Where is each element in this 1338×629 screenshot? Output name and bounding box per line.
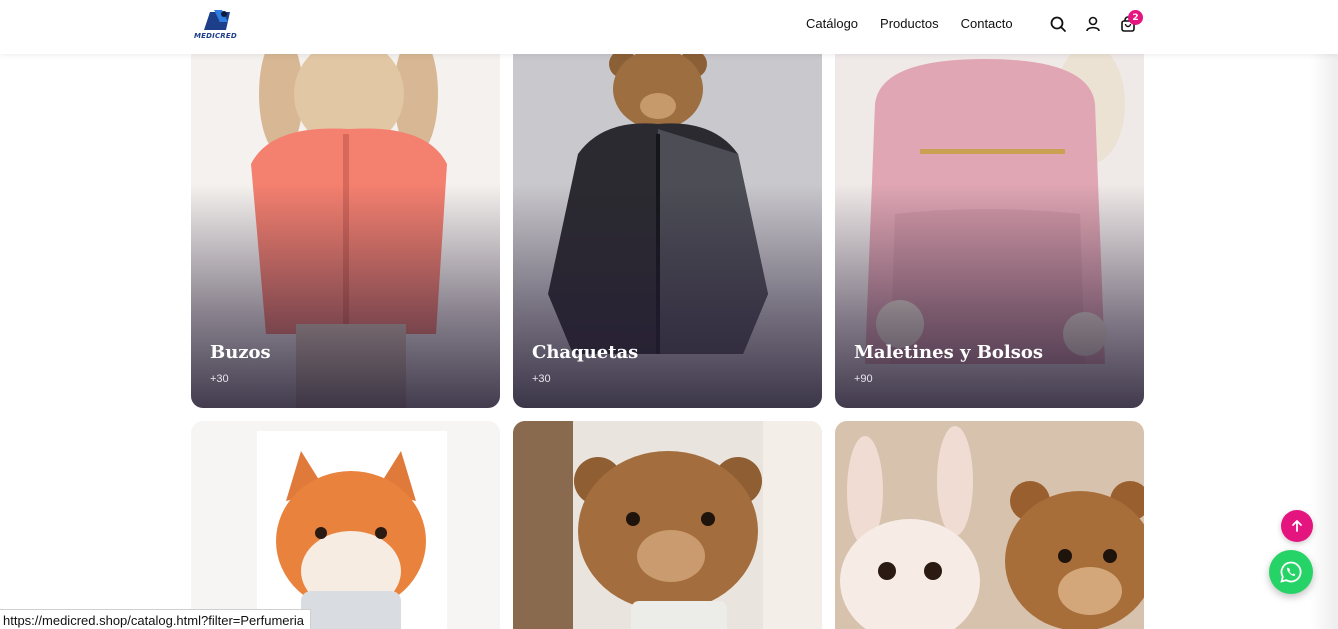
status-bar-url: https://medicred.shop/catalog.html?filte… xyxy=(0,609,311,629)
main-nav: Catálogo Productos Contacto xyxy=(806,16,1035,32)
category-count: +30 xyxy=(532,373,551,385)
nav-productos[interactable]: Productos xyxy=(880,16,939,32)
whatsapp-icon xyxy=(1280,561,1302,583)
scroll-to-top-button[interactable] xyxy=(1281,510,1313,542)
category-card-fox[interactable] xyxy=(191,421,500,629)
medicred-logo[interactable]: MEDICRED xyxy=(194,6,242,42)
category-card-chaquetas[interactable]: Chaquetas +30 xyxy=(513,34,822,408)
nav-contacto[interactable]: Contacto xyxy=(961,16,1013,32)
nav-catalogo[interactable]: Catálogo xyxy=(806,16,858,32)
category-card-maletines[interactable]: Maletines y Bolsos +90 xyxy=(835,34,1144,408)
bunny-bear-plush-image xyxy=(835,421,1144,629)
logo-text: MEDICRED xyxy=(194,32,237,40)
category-title: Buzos xyxy=(210,342,271,363)
cart-count-badge: 2 xyxy=(1128,10,1143,25)
teddy-bear-image xyxy=(513,421,822,629)
category-title: Maletines y Bolsos xyxy=(854,342,1044,363)
user-icon[interactable] xyxy=(1084,15,1102,33)
site-header: MEDICRED Catálogo Productos Contacto 2 xyxy=(0,0,1338,54)
category-card-bunny-bear[interactable] xyxy=(835,421,1144,629)
category-count: +30 xyxy=(210,373,229,385)
scroll-edge xyxy=(1310,54,1338,629)
search-icon[interactable] xyxy=(1049,15,1067,33)
category-card-bear[interactable] xyxy=(513,421,822,629)
arrow-up-icon xyxy=(1292,520,1302,532)
category-title: Chaquetas xyxy=(532,342,639,363)
category-count: +90 xyxy=(854,373,873,385)
whatsapp-button[interactable] xyxy=(1269,550,1313,594)
category-card-buzos[interactable]: Buzos +30 xyxy=(191,34,500,408)
fox-plush-image xyxy=(191,421,500,629)
